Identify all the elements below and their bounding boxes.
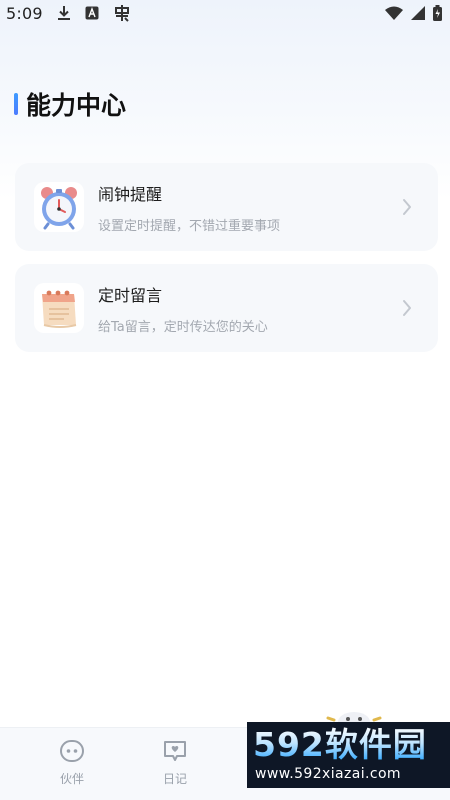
chevron-right-icon xyxy=(403,300,411,316)
watermark-url: www.592xiazai.com xyxy=(255,766,401,782)
watermark-overlay: 592软件园 www.592xiazai.com xyxy=(247,722,450,788)
card-title: 闹钟提醒 xyxy=(98,184,163,204)
page-title: 能力中心 xyxy=(26,91,127,120)
a-badge-icon xyxy=(85,6,99,20)
scheduled-message-card[interactable]: 定时留言 给Ta留言，定时传达您的关心 xyxy=(15,264,438,352)
diary-chat-icon xyxy=(164,741,186,761)
status-bar: 5:09 xyxy=(0,0,450,26)
chevron-right-icon xyxy=(403,199,411,215)
status-left: 5:09 xyxy=(6,4,131,23)
card-text: 定时留言 给Ta留言，定时传达您的关心 xyxy=(98,282,400,335)
nav-label: 伙伴 xyxy=(59,772,84,786)
system-icons xyxy=(385,5,442,21)
card-title: 定时留言 xyxy=(98,285,163,305)
cellular-signal-icon xyxy=(411,6,425,20)
battery-icon xyxy=(433,5,442,21)
nav-label: 日记 xyxy=(162,772,187,786)
alarm-reminder-card[interactable]: 闹钟提醒 设置定时提醒，不错过重要事项 xyxy=(15,163,438,251)
card-text: 闹钟提醒 设置定时提醒，不错过重要事项 xyxy=(98,181,400,234)
bug-icon xyxy=(113,4,131,22)
watermark-logo-text: 592软件园 xyxy=(253,725,427,764)
download-icon xyxy=(57,5,71,21)
nav-item-diary[interactable]: 日记 xyxy=(145,738,205,787)
wifi-icon xyxy=(385,6,403,20)
card-subtitle: 给Ta留言，定时传达您的关心 xyxy=(98,319,268,335)
card-subtitle: 设置定时提醒，不错过重要事项 xyxy=(98,218,281,234)
status-time: 5:09 xyxy=(6,3,43,23)
title-accent-bar xyxy=(14,93,18,115)
alarm-clock-icon xyxy=(34,182,84,232)
calendar-note-icon xyxy=(34,283,84,333)
notification-icons xyxy=(57,4,131,22)
companion-face-icon xyxy=(60,740,84,762)
nav-item-companion[interactable]: 伙伴 xyxy=(42,738,102,787)
page-header: 能力中心 xyxy=(14,86,126,122)
